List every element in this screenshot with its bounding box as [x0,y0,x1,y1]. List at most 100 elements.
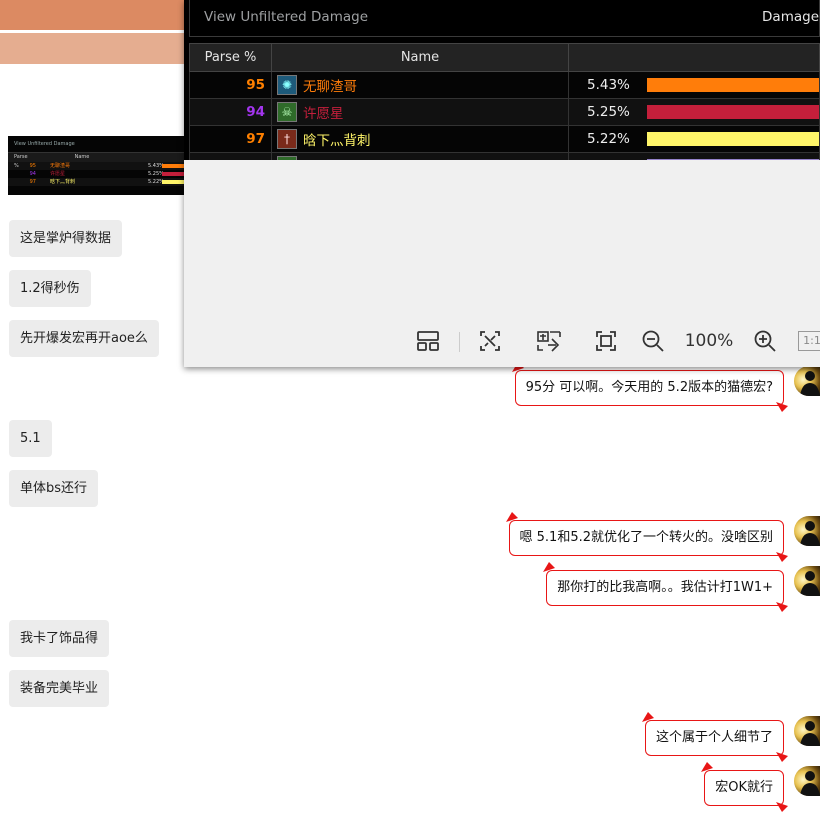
parse-value: 95 [189,71,272,99]
player-name: 许愿星 [303,106,344,122]
damage-cell: 5.43% [568,71,820,99]
name-cell: ☠ 许愿星 [271,98,569,126]
damage-bar [647,78,819,92]
layout-button[interactable] [414,326,442,356]
bubble-corner-decoration [543,562,556,572]
thumb-row: 97 晗下灬背刺 5.22% [8,178,184,186]
thumb-pct: 5.22% [148,179,164,185]
translate-button[interactable] [476,326,504,356]
avatar[interactable] [794,716,820,746]
table-row: 94 ☠ 许愿星 5.25% [189,98,820,126]
chat-bubble-right: 宏OK就行 [701,762,788,812]
damage-cell [568,152,820,160]
chat-message-text: 那你打的比我高啊。。我估计打1W1+ [557,580,773,595]
parse-value [189,152,272,160]
col-parse: Parse % [189,43,272,72]
chat-message-left: 1.2得秒伤 [9,270,91,307]
chat-message-left: 单体bs还行 [9,470,99,507]
zoom-level: 100% [684,331,734,351]
thumb-col-parse: Parse % [14,154,28,169]
chat-message-left: 装备完美毕业 [9,670,110,707]
bubble-corner-decoration [776,552,788,562]
ocr-text-icon [537,331,561,352]
avatar[interactable] [794,766,820,796]
player-name: 晗下灬背刺 [303,133,371,149]
table-header-row: Parse % Name [189,43,820,72]
table-row-partial [189,152,820,160]
parse-value: 97 [189,125,272,153]
dagger-icon: † [277,129,297,149]
viewer-toolbar: 100% 1:1 [184,320,820,362]
col-name: Name [271,43,569,72]
viewer-image: View Unfiltered Damage Damage Parse % Na… [184,0,820,160]
zoom-out-icon [642,330,664,352]
col-damage [568,43,820,72]
thumb-pct: 5.25% [148,171,164,177]
chat-message-right: 这个属于个人细节了 [500,712,820,762]
chat-message-left: 我卡了饰品得 [9,620,110,657]
class-icon [277,156,297,160]
chat-message-text: 这个属于个人细节了 [655,730,773,745]
zoom-in-button[interactable] [751,326,779,356]
name-cell: ✺ 无聊渣哥 [271,71,569,99]
wcl-header: View Unfiltered Damage Damage [189,0,820,37]
zoom-out-button[interactable] [639,326,667,356]
name-cell [271,152,569,160]
thumb-parse: 95 [29,163,36,169]
bubble-corner-decoration [641,712,654,722]
chat-message-left: 5.1 [9,420,52,457]
bubble-corner-decoration [701,762,714,772]
bubble-corner-decoration [776,802,788,812]
bubble-corner-decoration [776,602,788,612]
chat-message-left: 这是掌炉得数据 [9,220,123,257]
thumb-name: 许愿星 [50,171,66,177]
avatar[interactable] [794,366,820,396]
chat-message-text: 95分 可以啊。今天用的 5.2版本的猫德宏? [525,380,773,395]
damage-pct: 5.43% [587,77,630,93]
thumb-parse: 94 [29,171,36,177]
thumb-bar [162,180,184,184]
bubble-corner-decoration [776,402,788,412]
chat-image-thumbnail[interactable]: View Unfiltered Damage Parse % Name 95 无… [8,136,184,195]
damage-pct: 5.22% [587,131,630,147]
thumb-row: 95 无聊渣哥 5.43% [8,162,184,170]
chat-bubble-right: 这个属于个人细节了 [641,712,788,762]
parse-value: 94 [189,98,272,126]
subheader-band [0,33,184,64]
view-unfiltered-damage-link: View Unfiltered Damage [204,9,369,25]
chat-bubble-right: 那你打的比我高啊。。我估计打1W1+ [543,562,788,612]
image-viewer-popup[interactable]: View Unfiltered Damage Damage Parse % Na… [184,0,820,367]
chat-message-text: 宏OK就行 [715,780,773,795]
thumb-col-name: Name [74,154,90,160]
table-row: 95 ✺ 无聊渣哥 5.43% [189,71,820,99]
translate-icon [480,331,500,351]
bubble-corner-decoration [776,752,788,762]
damage-bar [647,159,819,160]
chat-message-right: 嗯 5.1和5.2就优化了一个转火的。没啥区别 [500,512,820,562]
chat-message-right: 那你打的比我高啊。。我估计打1W1+ [500,562,820,612]
damage-cell: 5.22% [568,125,820,153]
table-row: 97 † 晗下灬背刺 5.22% [189,125,820,153]
chat-bubble-right: 95分 可以啊。今天用的 5.2版本的猫德宏? [511,362,788,412]
name-cell: † 晗下灬背刺 [271,125,569,153]
thumb-header: View Unfiltered Damage [8,136,184,153]
ocr-button[interactable] [534,326,564,356]
avatar[interactable] [794,566,820,596]
layout-icon [417,331,439,351]
fit-screen-icon [596,331,616,351]
damage-pct: 5.25% [587,104,630,120]
actual-size-button[interactable]: 1:1 [798,326,820,356]
thumb-bar [162,164,184,168]
fire-icon: ✺ [277,75,297,95]
header-band [0,0,184,30]
player-name: 无聊渣哥 [303,79,357,95]
skull-icon: ☠ [277,102,297,122]
toolbar-divider [459,332,460,352]
thumb-row: 94 许愿星 5.25% [8,170,184,178]
avatar[interactable] [794,516,820,546]
damage-cell: 5.25% [568,98,820,126]
fit-screen-button[interactable] [592,326,620,356]
zoom-in-icon [754,330,776,352]
damage-bar [647,105,819,119]
thumb-parse: 97 [29,179,36,185]
